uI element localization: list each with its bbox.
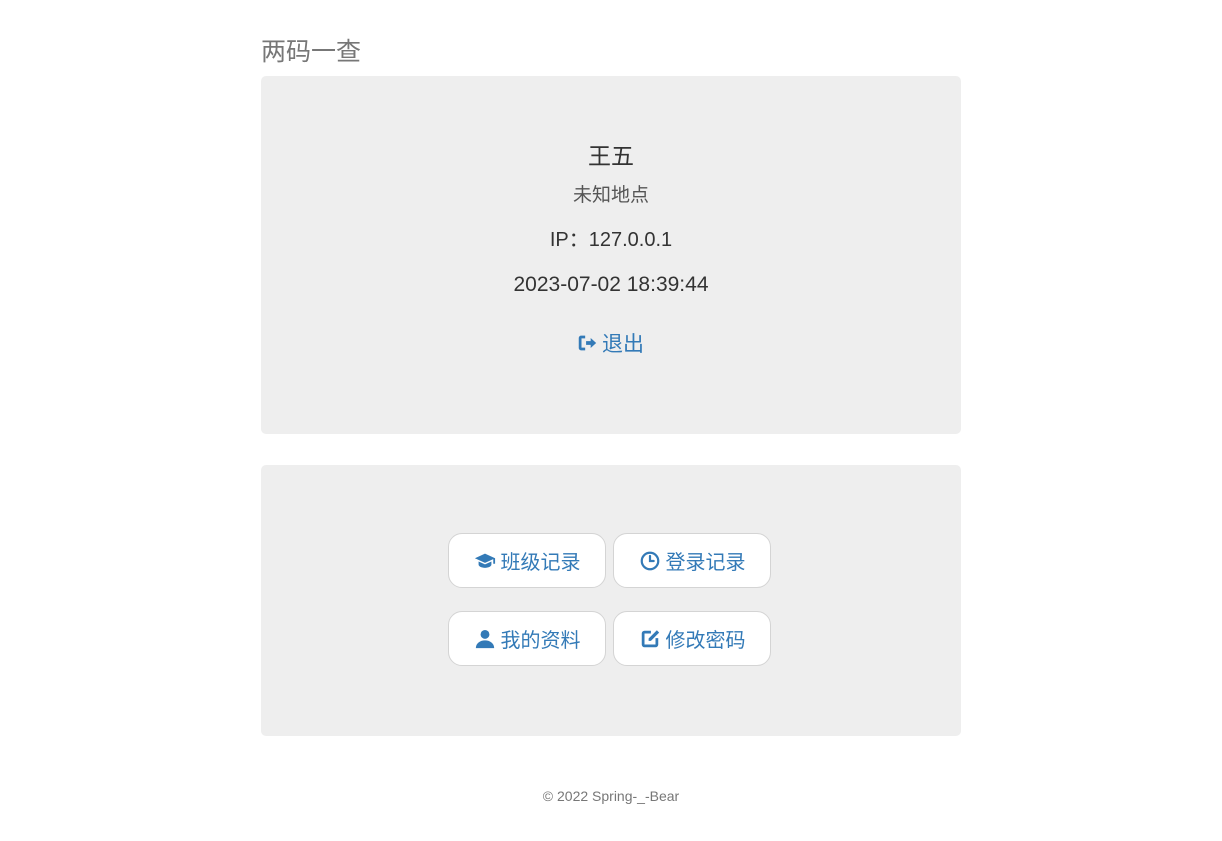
my-profile-label: 我的资料	[500, 628, 581, 652]
logout-label: 退出	[602, 332, 644, 356]
login-records-label: 登录记录	[665, 550, 746, 574]
login-records-button[interactable]: 登录记录	[613, 533, 771, 588]
user-info-panel	[261, 76, 961, 434]
edit-icon	[641, 629, 659, 647]
user-ip: IP：127.0.0.1	[549, 229, 673, 251]
logout-link[interactable]: 退出	[576, 329, 644, 357]
change-password-button[interactable]: 修改密码	[613, 611, 771, 666]
actions-panel	[261, 465, 961, 736]
footer-copyright: © 2022 Spring-_-Bear	[542, 788, 680, 804]
clock-icon	[640, 551, 659, 570]
class-records-button[interactable]: 班级记录	[448, 533, 606, 588]
my-profile-button[interactable]: 我的资料	[448, 611, 606, 666]
user-icon	[475, 629, 494, 648]
page-brand: 两码一查	[261, 37, 362, 66]
change-password-label: 修改密码	[665, 628, 746, 652]
user-location: 未知地点	[572, 184, 649, 206]
user-name: 王五	[588, 144, 634, 170]
log-out-icon	[578, 335, 597, 351]
graduation-cap-icon	[474, 553, 495, 568]
class-records-label: 班级记录	[500, 550, 581, 574]
login-time: 2023-07-02 18:39:44	[513, 273, 709, 296]
